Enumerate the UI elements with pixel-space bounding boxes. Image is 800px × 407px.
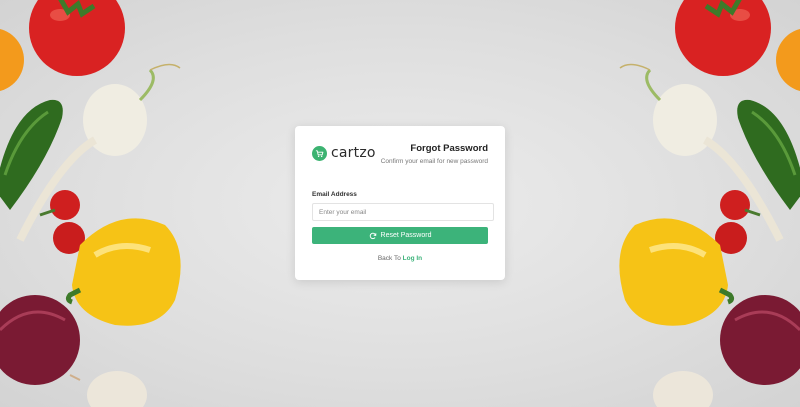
tomato-icon [29,0,125,76]
reset-password-button[interactable]: Reset Password [312,227,488,244]
yellow-pepper-icon [65,218,181,326]
page-subtitle: Confirm your email for new password [380,158,488,165]
brand-name: cartzo [331,145,376,161]
forgot-password-card: cartzo Forgot Password Confirm your emai… [295,126,505,280]
page-title: Forgot Password [410,143,488,154]
cucumber-icon [0,99,63,210]
orange-icon [0,29,24,91]
login-link[interactable]: Log In [403,255,423,262]
cart-icon [312,145,327,161]
mushroom-icon [87,371,147,407]
brand-logo[interactable]: cartzo [312,145,376,161]
email-field[interactable] [312,203,494,221]
refresh-icon [369,232,377,240]
header: Forgot Password Confirm your email for n… [381,143,488,165]
email-label: Email Address [312,191,357,198]
back-to-login: Back To Log In [295,255,505,262]
reset-password-label: Reset Password [380,232,432,239]
vegetables-right-image [619,0,800,407]
vegetables-left-image [0,0,181,407]
back-prefix: Back To [377,255,401,262]
red-onion-icon [0,295,81,385]
